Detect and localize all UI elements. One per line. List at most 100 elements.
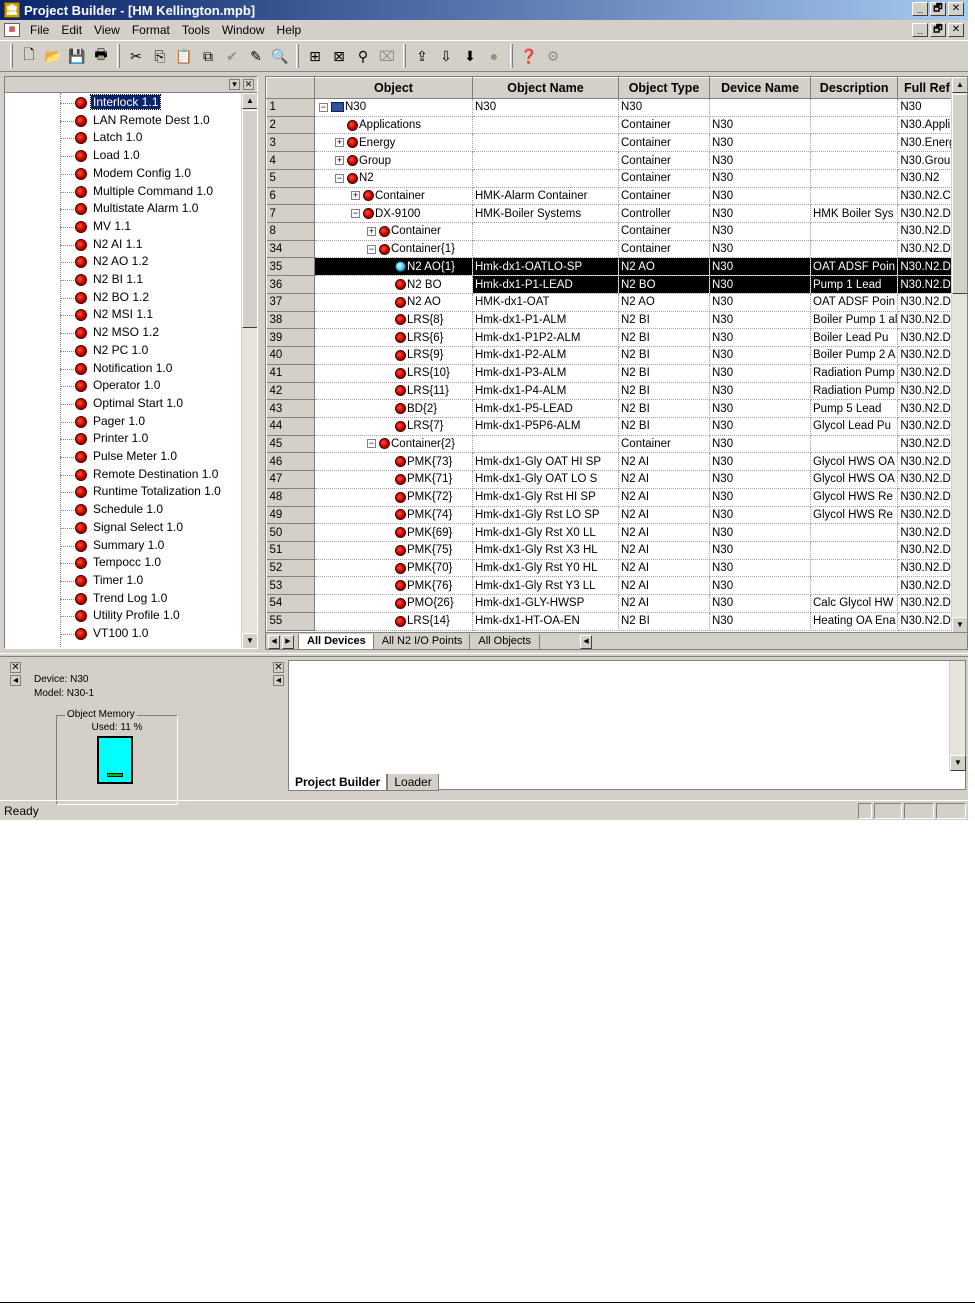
cell-object[interactable]: LRS{7} <box>314 417 473 436</box>
cell-object-name[interactable]: Hmk-dx1-Gly Rst LO SP <box>472 506 619 525</box>
cell-device-name[interactable]: N30 <box>709 311 811 330</box>
table-row[interactable]: 1− N30 N30 N30 N30 <box>266 98 957 117</box>
cell-object-name[interactable] <box>472 169 619 188</box>
collapse-icon[interactable]: − <box>367 244 376 254</box>
column-header-object-name[interactable]: Object Name <box>472 77 619 99</box>
cell-full-ref[interactable]: N30.N2 <box>897 169 957 188</box>
cell-object[interactable]: PMK{69} <box>314 523 473 542</box>
cell-device-name[interactable]: N30 <box>709 452 811 472</box>
cell-description[interactable]: Heating OA Ena <box>810 612 899 631</box>
cell-object-type[interactable]: Container <box>618 133 710 153</box>
cell-full-ref[interactable]: N30.N2.D <box>897 364 957 383</box>
cell-description[interactable]: HMK Boiler Sys <box>810 204 899 224</box>
cell-object-name[interactable]: Hmk-dx1-Gly Rst X0 LL <box>472 523 619 542</box>
table-row[interactable]: 46 PMK{73} Hmk-dx1-Gly OAT HI SP N2 AI N30 Gl… <box>266 452 957 472</box>
tab-all-devices[interactable]: All Devices <box>298 633 375 649</box>
object-grid[interactable]: Object Object Name Object Type Device Na… <box>265 76 968 650</box>
expand-icon[interactable]: + <box>367 226 376 236</box>
table-row[interactable]: 3 + Energy Container N30 N30.Energ <box>266 133 957 153</box>
cell-description[interactable]: Boiler Pump 1 al <box>810 311 899 330</box>
cell-description[interactable]: OAT ADSF Poin <box>810 293 899 312</box>
cell-object-name[interactable]: Hmk-dx1-Gly Rst HI SP <box>472 488 619 507</box>
tree-close-icon[interactable]: ✕ <box>243 79 254 90</box>
disabled-icon[interactable]: ⌧ <box>376 45 398 67</box>
tree-item[interactable]: Multiple Command 1.0 <box>5 183 241 201</box>
tree-item[interactable]: Utility Profile 1.0 <box>5 607 241 625</box>
cell-full-ref[interactable]: N30.N2.D <box>897 417 957 436</box>
copy-icon[interactable]: ⎘ <box>149 45 171 67</box>
cell-object[interactable]: LRS{8} <box>314 311 473 330</box>
cell-object-name[interactable]: Hmk-dx1-P1P2-ALM <box>472 328 619 348</box>
cell-object-name[interactable]: Hmk-dx1-P3-ALM <box>472 364 619 383</box>
cell-full-ref[interactable]: N30.N2.D <box>897 222 957 241</box>
cell-description[interactable]: Glycol HWS Re <box>810 506 899 525</box>
column-header-object-type[interactable]: Object Type <box>618 77 710 99</box>
tab-scroll-right-icon[interactable]: ▶ <box>282 634 294 649</box>
tree-item[interactable]: N2 MSI 1.1 <box>5 306 241 324</box>
cell-description[interactable] <box>810 541 899 560</box>
row-number[interactable]: 36 <box>266 275 315 294</box>
table-row[interactable]: 53 PMK{76} Hmk-dx1-Gly Rst Y3 LL N2 AI N30 N3… <box>266 576 957 596</box>
cell-device-name[interactable]: N30 <box>709 293 811 312</box>
cell-object[interactable]: BD{2} <box>314 399 473 418</box>
cell-description[interactable] <box>810 169 899 188</box>
cell-device-name[interactable]: N30 <box>709 470 811 489</box>
grid-scroll-up-icon[interactable]: ▲ <box>952 77 967 93</box>
grid-scrollbar[interactable]: ▲ ▼ <box>951 77 967 633</box>
row-number[interactable]: 39 <box>266 328 315 348</box>
cell-object-type[interactable]: N2 BI <box>618 612 710 631</box>
record-icon[interactable]: ● <box>483 45 505 67</box>
table-row[interactable]: 51 PMK{75} Hmk-dx1-Gly Rst X3 HL N2 AI N30 N3… <box>266 541 957 560</box>
output-pin-icon[interactable]: ◂ <box>273 675 284 686</box>
table-row[interactable]: 52 PMK{70} Hmk-dx1-Gly Rst Y0 HL N2 AI N30 N3… <box>266 559 957 578</box>
column-header-device-name[interactable]: Device Name <box>709 77 811 99</box>
cell-object[interactable]: PMK{73} <box>314 452 473 472</box>
grid-scroll-thumb[interactable] <box>952 94 967 294</box>
cell-object-type[interactable]: N2 AO <box>618 257 710 277</box>
column-header-object[interactable]: Object <box>314 77 473 99</box>
cell-full-ref[interactable]: N30.N2.D <box>897 399 957 418</box>
cell-object[interactable]: + Energy <box>314 133 473 153</box>
expand-icon[interactable]: + <box>335 155 344 165</box>
cell-object-name[interactable]: Hmk-dx1-P4-ALM <box>472 382 619 401</box>
row-number[interactable]: 54 <box>266 594 315 613</box>
cell-full-ref[interactable]: N30.N2.D <box>897 452 957 472</box>
cell-object-name[interactable]: Hmk-dx1-HT-OA-EN <box>472 612 619 631</box>
open-folder-icon[interactable]: 📂 <box>42 45 64 67</box>
cell-object-name[interactable]: Hmk-dx1-P5P6-ALM <box>472 417 619 436</box>
download-icon[interactable]: ⊠ <box>328 45 350 67</box>
menu-edit[interactable]: Edit <box>55 23 88 37</box>
table-row[interactable]: 48 PMK{72} Hmk-dx1-Gly Rst HI SP N2 AI N30 Gl… <box>266 488 957 507</box>
cell-object-type[interactable]: Controller <box>618 204 710 224</box>
cell-description[interactable] <box>810 98 899 117</box>
cell-object[interactable]: PMO{26} <box>314 594 473 613</box>
table-row[interactable]: 47 PMK{71} Hmk-dx1-Gly OAT LO S N2 AI N30 Gly… <box>266 470 957 489</box>
table-row[interactable]: 44 LRS{7} Hmk-dx1-P5P6-ALM N2 BI N30 Glycol L… <box>266 417 957 436</box>
cell-object[interactable]: LRS{6} <box>314 328 473 348</box>
cell-device-name[interactable]: N30 <box>709 488 811 507</box>
menu-tools[interactable]: Tools <box>176 23 216 37</box>
collapse-icon[interactable]: − <box>335 173 344 183</box>
table-row[interactable]: 34 − Container{1} Container N30 N30.N2.D <box>266 240 957 259</box>
cell-device-name[interactable]: N30 <box>709 541 811 560</box>
row-number[interactable]: 34 <box>266 240 315 259</box>
tree-item[interactable]: Schedule 1.0 <box>5 501 241 519</box>
cell-description[interactable]: OAT ADSF Poin <box>810 257 899 277</box>
tree-item[interactable]: Timer 1.0 <box>5 572 241 590</box>
row-number[interactable]: 42 <box>266 382 315 401</box>
menu-format[interactable]: Format <box>126 23 176 37</box>
cell-device-name[interactable]: N30 <box>709 612 811 631</box>
cell-object-type[interactable]: Container <box>618 151 710 170</box>
cell-object[interactable]: + Container <box>314 187 473 206</box>
cell-full-ref[interactable]: N30.N2.D <box>897 293 957 312</box>
row-number[interactable]: 46 <box>266 452 315 472</box>
output-panel[interactable]: ▼ <box>288 660 966 790</box>
cell-full-ref[interactable]: N30.N2.D <box>897 311 957 330</box>
row-number[interactable]: 43 <box>266 399 315 418</box>
cell-object-type[interactable]: Container <box>618 222 710 241</box>
tree-item[interactable]: Signal Select 1.0 <box>5 519 241 537</box>
cell-object-type[interactable]: N30 <box>618 98 710 117</box>
table-row[interactable]: 36 N2 BO Hmk-dx1-P1-LEAD N2 BO N30 Pump 1 Lea… <box>266 275 957 294</box>
title-bar[interactable]: 🏛 Project Builder - [HM Kellington.mpb] … <box>0 0 968 20</box>
row-number[interactable]: 1 <box>266 98 315 117</box>
